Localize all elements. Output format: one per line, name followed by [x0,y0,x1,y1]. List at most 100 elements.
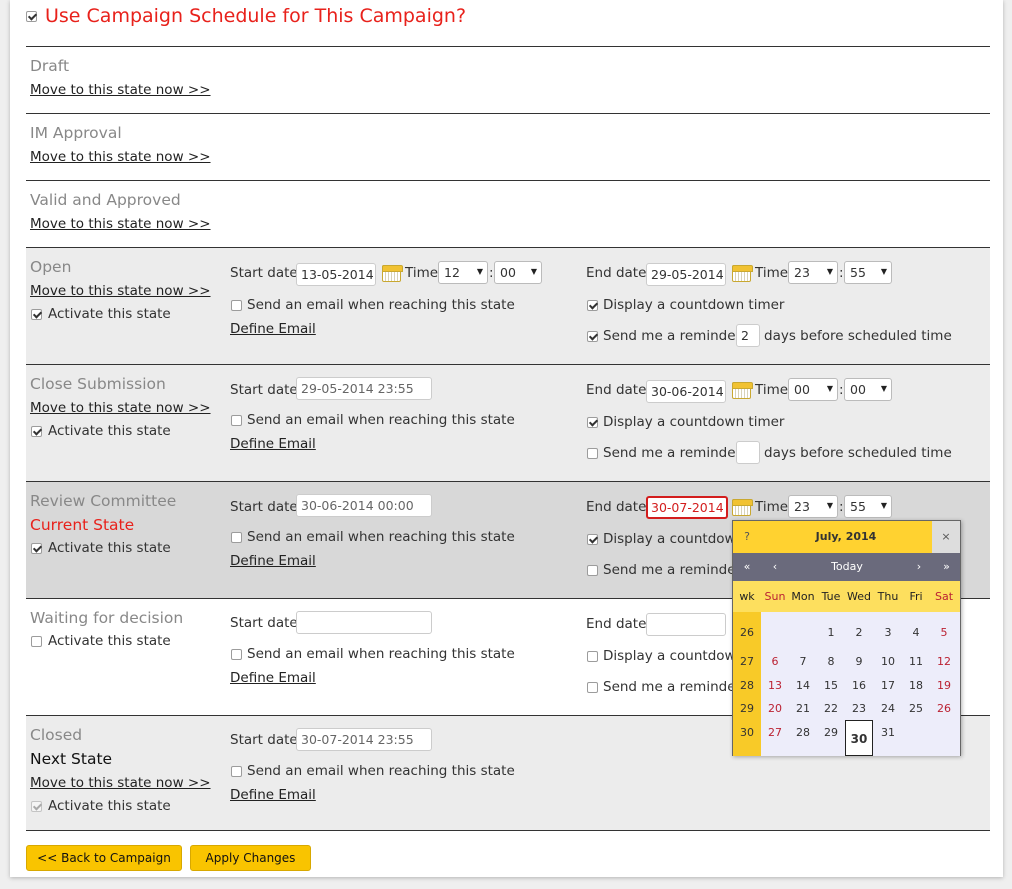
calendar-day[interactable]: 18 [902,674,930,697]
activate-state[interactable]: Activate this state [30,540,171,556]
reminder-checkbox[interactable] [587,565,598,576]
move-to-state-link[interactable]: Move to this state now >> [30,775,211,791]
send-email-checkbox[interactable] [231,766,242,777]
countdown-option[interactable]: Display a countdow [586,531,736,547]
reminder-option[interactable]: Send me a reminder [586,562,741,578]
activate-checkbox[interactable] [31,426,42,437]
calendar-day[interactable]: 22 [817,697,845,720]
define-email-link[interactable]: Define Email [230,787,316,803]
end-hour-select[interactable]: 00 [788,378,838,401]
countdown-checkbox[interactable] [587,651,598,662]
activate-state[interactable]: Activate this state [30,423,171,439]
send-email-option[interactable]: Send an email when reaching this state [230,412,515,428]
calendar-day[interactable]: 5 [930,621,958,644]
move-to-state-link[interactable]: Move to this state now >> [30,283,211,299]
calendar-day[interactable]: 19 [930,674,958,697]
start-date-input[interactable]: 30-06-2014 00:00 [296,494,432,517]
calendar-day[interactable]: 29 [817,721,845,744]
calendar-day[interactable]: 27 [761,721,789,744]
calendar-day[interactable]: 14 [789,674,817,697]
calendar-icon[interactable] [732,382,753,399]
reminder-days-input[interactable]: 2 [736,324,760,347]
send-email-option[interactable]: Send an email when reaching this state [230,646,515,662]
end-minute-select[interactable]: 55 [844,495,892,518]
prev-month-button[interactable]: ‹ [761,553,789,581]
calendar-day[interactable]: 3 [874,621,902,644]
calendar-day[interactable]: 2 [845,621,873,644]
end-minute-select[interactable]: 55 [844,261,892,284]
reminder-days-input[interactable] [736,441,760,464]
calendar-icon[interactable] [382,265,403,282]
reminder-option[interactable]: Send me a reminder [586,679,741,695]
calendar-icon[interactable] [732,265,753,282]
activate-state[interactable]: Activate this state [30,633,171,649]
countdown-checkbox[interactable] [587,417,598,428]
close-button[interactable]: × [932,521,960,553]
end-date-input[interactable]: 30-06-2014 [646,380,726,403]
send-email-option[interactable]: Send an email when reaching this state [230,297,515,313]
help-button[interactable]: ? [733,521,761,553]
define-email-link[interactable]: Define Email [230,553,316,569]
reminder-option[interactable]: Send me a reminder [586,445,741,461]
start-date-input[interactable]: 29-05-2014 23:55 [296,377,432,400]
calendar-day[interactable]: 24 [874,697,902,720]
reminder-option[interactable]: Send me a reminder [586,328,741,344]
calendar-icon[interactable] [732,499,753,516]
calendar-day[interactable]: 31 [874,721,902,744]
define-email-link[interactable]: Define Email [230,436,316,452]
calendar-day[interactable]: 9 [845,650,873,673]
send-email-option[interactable]: Send an email when reaching this state [230,763,515,779]
send-email-checkbox[interactable] [231,532,242,543]
reminder-checkbox[interactable] [587,448,598,459]
end-date-input[interactable] [646,613,726,636]
calendar-day[interactable]: 4 [902,621,930,644]
calendar-day[interactable]: 25 [902,697,930,720]
calendar-day[interactable]: 21 [789,697,817,720]
end-hour-select[interactable]: 23 [788,261,838,284]
countdown-option[interactable]: Display a countdown timer [586,414,784,430]
calendar-day[interactable]: 1 [817,621,845,644]
send-email-checkbox[interactable] [231,649,242,660]
move-to-state-link[interactable]: Move to this state now >> [30,400,211,416]
selected-day[interactable]: 30 [845,720,873,756]
end-hour-select[interactable]: 23 [788,495,838,518]
activate-state[interactable]: Activate this state [30,306,171,322]
end-date-input[interactable]: 30-07-2014 [646,496,728,519]
countdown-option[interactable]: Display a countdown timer [586,297,784,313]
define-email-link[interactable]: Define Email [230,321,316,337]
use-schedule-checkbox[interactable] [26,11,37,22]
calendar-day[interactable]: 23 [845,697,873,720]
start-minute-select[interactable]: 00 [494,261,542,284]
move-to-state-link[interactable]: Move to this state now >> [30,82,211,98]
calendar-day[interactable]: 7 [789,650,817,673]
start-date-input[interactable]: 13-05-2014 [296,263,376,286]
reminder-checkbox[interactable] [587,682,598,693]
countdown-checkbox[interactable] [587,534,598,545]
end-date-input[interactable]: 29-05-2014 [646,263,726,286]
apply-changes-button[interactable]: Apply Changes [190,845,311,871]
calendar-day[interactable]: 6 [761,650,789,673]
next-year-button[interactable]: » [933,553,960,581]
move-to-state-link[interactable]: Move to this state now >> [30,216,211,232]
countdown-checkbox[interactable] [587,300,598,311]
calendar-day[interactable]: 13 [761,674,789,697]
calendar-day[interactable]: 15 [817,674,845,697]
calendar-day[interactable]: 10 [874,650,902,673]
calendar-day[interactable]: 28 [789,721,817,744]
activate-checkbox[interactable] [31,543,42,554]
countdown-option[interactable]: Display a countdow [586,648,736,664]
end-minute-select[interactable]: 00 [844,378,892,401]
activate-checkbox[interactable] [31,309,42,320]
define-email-link[interactable]: Define Email [230,670,316,686]
next-month-button[interactable]: › [905,553,933,581]
move-to-state-link[interactable]: Move to this state now >> [30,149,211,165]
send-email-checkbox[interactable] [231,300,242,311]
calendar-day[interactable]: 8 [817,650,845,673]
send-email-option[interactable]: Send an email when reaching this state [230,529,515,545]
send-email-checkbox[interactable] [231,415,242,426]
start-date-input[interactable] [296,611,432,634]
calendar-day[interactable]: 11 [902,650,930,673]
calendar-day[interactable]: 17 [874,674,902,697]
calendar-day[interactable]: 20 [761,697,789,720]
today-button[interactable]: Today [789,553,905,581]
